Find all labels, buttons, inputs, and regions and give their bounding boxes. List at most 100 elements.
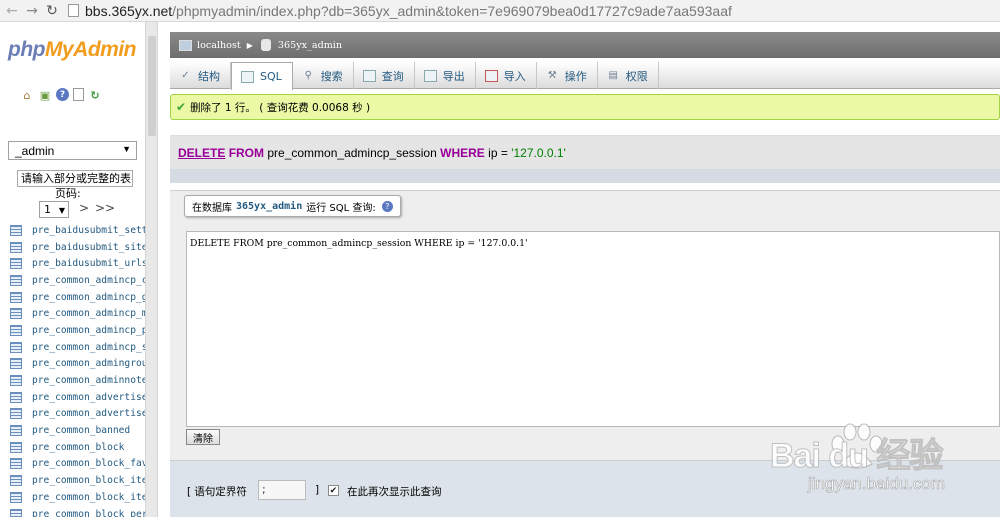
table-list-item[interactable]: pre_common_adminnote xyxy=(10,372,145,389)
breadcrumb: localhost ▶ 365yx_admin xyxy=(170,32,1000,58)
table-icon[interactable] xyxy=(10,375,22,387)
breadcrumb-server[interactable]: localhost xyxy=(197,40,241,51)
table-icon[interactable] xyxy=(10,308,22,320)
phpmyadmin-logo[interactable]: phpMyAdmin xyxy=(8,38,136,62)
sql-value: '127.0.0.1' xyxy=(511,146,566,160)
sql-keyword-from: FROM xyxy=(228,146,265,160)
tab-privileges[interactable]: ▤ 权限 xyxy=(598,62,659,89)
sidebar-icon-row: ⌂ ▣ ? ↻ xyxy=(20,88,102,102)
database-icon xyxy=(260,39,271,51)
structure-icon: ✓ xyxy=(181,70,190,81)
table-icon[interactable] xyxy=(10,508,22,517)
reload-icon[interactable]: ↻ xyxy=(42,1,62,21)
breadcrumb-separator-icon: ▶ xyxy=(246,40,253,50)
table-list-item[interactable]: pre_common_admincp_perm xyxy=(10,322,145,339)
table-icon[interactable] xyxy=(10,258,22,270)
wrench-icon: ⚒ xyxy=(547,70,557,81)
tab-operations[interactable]: ⚒ 操作 xyxy=(537,62,598,89)
last-page-link[interactable]: >> xyxy=(95,201,115,215)
table-icon[interactable] xyxy=(10,291,22,303)
help-icon[interactable]: ? xyxy=(56,88,69,101)
table-list-item[interactable]: pre_common_block_favorite xyxy=(10,456,145,473)
url-host: bbs.365yx.net xyxy=(85,2,173,19)
table-list-item[interactable]: pre_baidusubmit_urlstat xyxy=(10,255,145,272)
tab-import[interactable]: 导入 xyxy=(476,62,537,89)
table-icon[interactable] xyxy=(10,274,22,286)
table-list-item[interactable]: pre_common_block_item xyxy=(10,472,145,489)
forward-arrow-icon[interactable]: → xyxy=(22,1,42,21)
show-query-again-label[interactable]: 在此再次显示此查询 xyxy=(347,484,442,499)
tab-export[interactable]: 导出 xyxy=(415,62,476,89)
tab-structure[interactable]: ✓ 结构 xyxy=(170,62,231,89)
server-icon xyxy=(179,39,192,51)
browser-toolbar: ← → ↻ bbs.365yx.net/phpmyadmin/index.php… xyxy=(0,0,1000,22)
navigation-sidebar: phpMyAdmin ⌂ ▣ ? ↻ _admin ▼ 请输入部分或完整的表名 … xyxy=(0,22,145,517)
clear-button[interactable]: 清除 xyxy=(186,429,220,445)
delimiter-close-bracket: ] xyxy=(315,484,320,496)
next-page-link[interactable]: > xyxy=(79,201,89,215)
success-message: ✔ 删除了 1 行。 ( 查询花费 0.0068 秒 ) xyxy=(170,94,1000,120)
success-message-text: 删除了 1 行。 ( 查询花费 0.0068 秒 ) xyxy=(190,101,371,114)
table-icon[interactable] xyxy=(10,324,22,336)
table-list-item[interactable]: pre_common_admincp_member xyxy=(10,305,145,322)
table-list-item[interactable]: pre_common_admincp_session xyxy=(10,339,145,356)
logout-icon[interactable]: ▣ xyxy=(38,88,52,102)
table-list-item[interactable]: pre_common_advertisement_custom xyxy=(10,406,145,423)
sql-box-shade xyxy=(170,169,1000,183)
breadcrumb-database[interactable]: 365yx_admin xyxy=(278,40,342,51)
address-bar[interactable]: bbs.365yx.net/phpmyadmin/index.php?db=36… xyxy=(68,1,1000,21)
table-list-item[interactable]: pre_common_advertisement xyxy=(10,389,145,406)
sql-query-panel: 在数据库 365yx_admin 运行 SQL 查询: ? DELETE FRO… xyxy=(170,190,1000,460)
privileges-icon: ▤ xyxy=(608,70,618,81)
tab-sql[interactable]: SQL xyxy=(231,62,293,90)
documentation-icon[interactable] xyxy=(73,88,84,101)
table-list-item[interactable]: pre_baidusubmit_sitemap xyxy=(10,239,145,256)
tab-search[interactable]: ⚲ 搜索 xyxy=(293,62,354,89)
executed-sql: DELETE FROM pre_common_admincp_session W… xyxy=(178,146,566,160)
table-list-item[interactable]: pre_baidusubmit_setting xyxy=(10,222,145,239)
table-icon[interactable] xyxy=(10,341,22,353)
table-icon[interactable] xyxy=(10,391,22,403)
executed-sql-box: DELETE FROM pre_common_admincp_session W… xyxy=(170,135,1000,183)
table-icon[interactable] xyxy=(10,425,22,437)
database-select[interactable]: _admin ▼ xyxy=(8,141,137,160)
page-select-value: 1 xyxy=(44,203,51,216)
table-icon[interactable] xyxy=(10,491,22,503)
table-list-item[interactable]: pre_common_admincp_group xyxy=(10,289,145,306)
table-icon[interactable] xyxy=(10,458,22,470)
table-list-item[interactable]: pre_common_block_item_data xyxy=(10,489,145,506)
database-select-value: _admin xyxy=(15,143,55,158)
tab-bar: ✓ 结构 SQL ⚲ 搜索 查询 导出 导入 ⚒ 操作 ▤ 权限 xyxy=(170,62,1000,90)
delimiter-input[interactable]: ; xyxy=(258,480,306,500)
table-icon[interactable] xyxy=(10,408,22,420)
sql-query-textarea[interactable]: DELETE FROM pre_common_admincp_session W… xyxy=(186,231,1000,427)
main-content: localhost ▶ 365yx_admin ✓ 结构 SQL ⚲ 搜索 查询 导… xyxy=(170,22,1000,517)
table-list-item[interactable]: pre_common_banned xyxy=(10,422,145,439)
back-arrow-icon[interactable]: ← xyxy=(2,1,22,21)
tab-query[interactable]: 查询 xyxy=(354,62,415,89)
table-icon[interactable] xyxy=(10,475,22,487)
sql-operator: = xyxy=(500,146,508,160)
home-icon[interactable]: ⌂ xyxy=(20,88,34,102)
sql-icon xyxy=(241,70,254,83)
table-list-item[interactable]: pre_common_block_permission xyxy=(10,506,145,517)
page-select[interactable]: 1 ▼ xyxy=(39,201,69,218)
table-icon[interactable] xyxy=(10,441,22,453)
query-icon xyxy=(362,69,376,82)
options-row: [ 语句定界符 ; ] ✔ 在此再次显示此查询 xyxy=(170,460,1000,517)
check-icon: ✔ xyxy=(176,100,187,114)
table-icon[interactable] xyxy=(10,241,22,253)
legend-database: 365yx_admin xyxy=(236,200,303,212)
table-list-item[interactable]: pre_common_admingroup xyxy=(10,356,145,373)
reload-navigation-icon[interactable]: ↻ xyxy=(88,88,102,102)
sidebar-scrollbar[interactable] xyxy=(145,22,158,517)
scrollbar-thumb[interactable] xyxy=(148,36,156,136)
url-path: /phpmyadmin/index.php?db=365yx_admin&tok… xyxy=(172,2,732,19)
help-icon[interactable]: ? xyxy=(381,200,393,212)
table-icon[interactable] xyxy=(10,224,22,236)
table-icon[interactable] xyxy=(10,358,22,370)
table-list-item[interactable]: pre_common_admincp_cmenu xyxy=(10,272,145,289)
table-list-item[interactable]: pre_common_block xyxy=(10,439,145,456)
sql-keyword-delete[interactable]: DELETE xyxy=(178,146,225,160)
show-query-again-checkbox[interactable]: ✔ xyxy=(328,485,339,496)
